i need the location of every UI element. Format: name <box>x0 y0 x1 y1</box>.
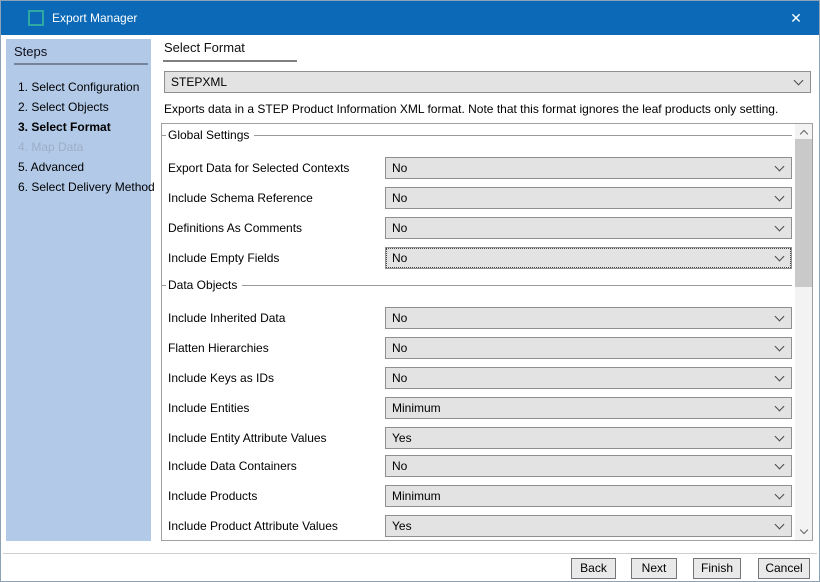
setting-label: Include Schema Reference <box>168 187 383 209</box>
setting-value: Yes <box>392 428 767 448</box>
format-description: Exports data in a STEP Product Informati… <box>164 102 809 117</box>
setting-value: No <box>392 158 767 178</box>
close-button[interactable]: ✕ <box>781 1 811 35</box>
steps-header: Steps <box>6 39 151 59</box>
sidebar-item-advanced[interactable]: 5. Advanced <box>6 157 151 177</box>
footer-separator <box>3 553 817 554</box>
page-title-underline <box>163 60 297 62</box>
setting-row: Include Keys as IDs No <box>168 367 792 389</box>
steps-sidebar: Steps 1. Select Configuration 2. Select … <box>6 39 151 541</box>
select-definitions-as-comments[interactable]: No <box>385 217 792 239</box>
setting-label: Include Data Containers <box>168 455 383 477</box>
setting-value: Yes <box>392 516 767 536</box>
format-options-panel: Global Settings Export Data for Selected… <box>161 123 813 541</box>
setting-value: No <box>392 456 767 476</box>
setting-row: Flatten Hierarchies No <box>168 337 792 359</box>
chevron-down-icon <box>775 432 785 442</box>
chevron-down-icon <box>775 402 785 412</box>
group-legend-label: Global Settings <box>168 128 249 142</box>
setting-value: No <box>392 368 767 388</box>
sidebar-item-map-data: 4. Map Data <box>6 137 151 157</box>
scrollbar-thumb[interactable] <box>795 139 812 287</box>
group-legend-global-settings: Global Settings <box>162 128 792 142</box>
page-title: Select Format <box>164 40 245 55</box>
setting-row: Include Product Attribute Values Yes <box>168 515 792 537</box>
select-include-keys-as-ids[interactable]: No <box>385 367 792 389</box>
steps-list: 1. Select Configuration 2. Select Object… <box>6 77 151 197</box>
chevron-down-icon <box>775 490 785 500</box>
select-include-product-attribute-values[interactable]: Yes <box>385 515 792 537</box>
setting-label: Include Inherited Data <box>168 307 383 329</box>
setting-row: Include Empty Fields No <box>168 247 792 269</box>
cancel-button[interactable]: Cancel <box>758 558 810 579</box>
window-title: Export Manager <box>52 1 137 35</box>
select-include-products[interactable]: Minimum <box>385 485 792 507</box>
select-flatten-hierarchies[interactable]: No <box>385 337 792 359</box>
setting-label: Export Data for Selected Contexts <box>168 157 383 179</box>
setting-label: Include Empty Fields <box>168 247 383 269</box>
chevron-down-icon <box>775 520 785 530</box>
scroll-down-button[interactable] <box>795 524 812 540</box>
format-select-value: STEPXML <box>171 72 786 92</box>
setting-label: Include Entity Attribute Values <box>168 427 383 449</box>
chevron-down-icon <box>775 460 785 470</box>
setting-label: Include Products <box>168 485 383 507</box>
setting-value: No <box>392 218 767 238</box>
next-button[interactable]: Next <box>631 558 677 579</box>
setting-row: Include Entity Attribute Values Yes <box>168 427 792 449</box>
setting-value: Minimum <box>392 398 767 418</box>
steps-underline <box>14 63 148 65</box>
format-select[interactable]: STEPXML <box>164 71 811 93</box>
setting-label: Flatten Hierarchies <box>168 337 383 359</box>
setting-label: Include Keys as IDs <box>168 367 383 389</box>
chevron-up-icon <box>799 130 807 138</box>
select-include-empty-fields[interactable]: No <box>385 247 792 269</box>
setting-row: Include Entities Minimum <box>168 397 792 419</box>
setting-label: Include Product Attribute Values <box>168 515 383 537</box>
group-legend-data-objects: Data Objects <box>162 278 792 292</box>
back-button[interactable]: Back <box>571 558 616 579</box>
select-include-entity-attribute-values[interactable]: Yes <box>385 427 792 449</box>
setting-value: No <box>392 248 767 268</box>
chevron-down-icon <box>775 342 785 352</box>
finish-button[interactable]: Finish <box>693 558 741 579</box>
setting-row: Export Data for Selected Contexts No <box>168 157 792 179</box>
app-icon <box>28 10 44 26</box>
setting-label: Include Entities <box>168 397 383 419</box>
select-export-data-for-selected-contexts[interactable]: No <box>385 157 792 179</box>
sidebar-item-select-delivery-method[interactable]: 6. Select Delivery Method <box>6 177 151 197</box>
setting-value: No <box>392 188 767 208</box>
chevron-down-icon <box>775 312 785 322</box>
select-include-data-containers[interactable]: No <box>385 455 792 477</box>
export-manager-window: Export Manager ✕ Steps 1. Select Configu… <box>0 0 820 582</box>
panel-scrollbar[interactable] <box>795 124 812 540</box>
chevron-down-icon <box>794 76 804 86</box>
sidebar-item-select-format[interactable]: 3. Select Format <box>6 117 151 137</box>
group-legend-label: Data Objects <box>168 278 237 292</box>
chevron-down-icon <box>775 372 785 382</box>
chevron-down-icon <box>799 526 807 534</box>
setting-label: Definitions As Comments <box>168 217 383 239</box>
sidebar-item-select-objects[interactable]: 2. Select Objects <box>6 97 151 117</box>
setting-value: Minimum <box>392 486 767 506</box>
sidebar-item-select-configuration[interactable]: 1. Select Configuration <box>6 77 151 97</box>
select-include-entities[interactable]: Minimum <box>385 397 792 419</box>
chevron-down-icon <box>775 162 785 172</box>
scroll-up-button[interactable] <box>795 124 812 140</box>
setting-row: Include Products Minimum <box>168 485 792 507</box>
setting-value: No <box>392 338 767 358</box>
setting-row: Include Inherited Data No <box>168 307 792 329</box>
setting-value: No <box>392 308 767 328</box>
setting-row: Include Data Containers No <box>168 455 792 477</box>
select-include-schema-reference[interactable]: No <box>385 187 792 209</box>
setting-row: Definitions As Comments No <box>168 217 792 239</box>
chevron-down-icon <box>775 222 785 232</box>
chevron-down-icon <box>775 252 785 262</box>
setting-row: Include Schema Reference No <box>168 187 792 209</box>
select-include-inherited-data[interactable]: No <box>385 307 792 329</box>
titlebar: Export Manager ✕ <box>1 1 819 35</box>
chevron-down-icon <box>775 192 785 202</box>
